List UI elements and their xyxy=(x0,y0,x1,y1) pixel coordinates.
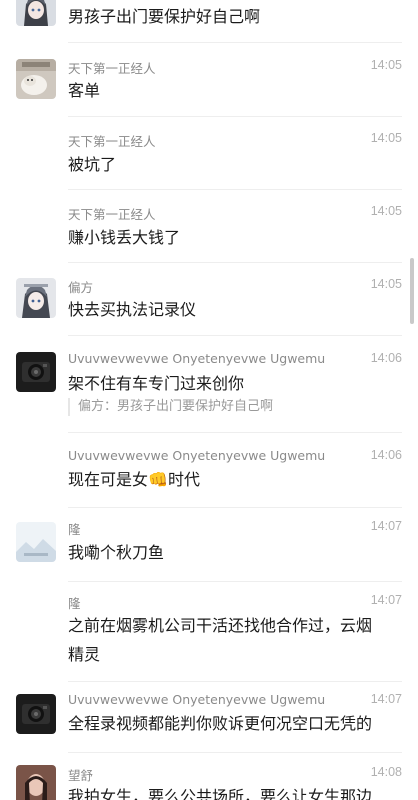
message-text: 快去买执法记录仪 xyxy=(68,300,197,319)
sender-name: 天下第一正经人 xyxy=(68,207,156,222)
message-text: 架不住有车专门过来创你 xyxy=(68,374,245,393)
sender-name: 天下第一正经人 xyxy=(68,61,156,76)
message-time: 14:08 xyxy=(370,765,402,779)
message-item[interactable]: 隆 14:07 我嘞个秋刀鱼 xyxy=(0,508,418,581)
sender-name: 隆 xyxy=(68,522,81,537)
landscape-avatar[interactable] xyxy=(16,522,56,562)
message-text: 之前在烟雾机公司干活还找他合作过，云烟 精灵 xyxy=(68,611,402,669)
message-text: 客单 xyxy=(68,81,101,100)
message-item[interactable]: 望舒 14:08 我拍女生，要么公共场所，要么让女生那边 xyxy=(0,753,418,800)
photo-avatar[interactable] xyxy=(16,765,56,800)
message-text: 男孩子出门要保护好自己啊 xyxy=(68,7,261,26)
camera-avatar[interactable] xyxy=(16,694,56,734)
sender-name: Uvuvwevwevwe Onyetenyevwe Ugwemu xyxy=(68,448,326,463)
message-item[interactable]: Uvuvwevwevwe Onyetenyevwe Ugwemu 14:06 现… xyxy=(0,433,418,507)
message-text: 赚小钱丢大钱了 xyxy=(68,228,181,247)
message-time: 14:05 xyxy=(370,277,402,291)
message-time: 14:07 xyxy=(370,519,402,533)
message-text: 我拍女生，要么公共场所，要么让女生那边 xyxy=(68,787,373,800)
sender-name: 偏方 xyxy=(68,280,94,295)
message-time: 14:06 xyxy=(370,351,402,365)
chat-feed: 男孩子出门要保护好自己啊 天下第一正经人 14:05 客单 天下第一正经人 14… xyxy=(0,0,418,800)
message-text-part: 时代 xyxy=(167,470,200,489)
fist-emoji-icon: 👊 xyxy=(148,470,168,489)
message-item[interactable]: 天下第一正经人 14:05 客单 xyxy=(0,43,418,115)
sender-name: Uvuvwevwevwe Onyetenyevwe Ugwemu xyxy=(68,692,326,707)
message-time: 14:06 xyxy=(370,448,402,462)
message-time: 14:07 xyxy=(370,692,402,706)
quoted-message[interactable]: 偏方：男孩子出门要保护好自己啊 xyxy=(68,398,412,416)
message-text: 全程录视频都能判你败诉更何况空口无凭的 xyxy=(68,714,373,733)
anime-girl-avatar[interactable] xyxy=(16,0,56,26)
message-text-line: 之前在烟雾机公司干活还找他合作过，云烟 xyxy=(68,616,373,635)
sender-name: 天下第一正经人 xyxy=(68,134,156,149)
message-time: 14:05 xyxy=(370,58,402,72)
sender-name: Uvuvwevwevwe Onyetenyevwe Ugwemu xyxy=(68,351,326,366)
sender-name: 隆 xyxy=(68,596,81,611)
message-item[interactable]: 隆 14:07 之前在烟雾机公司干活还找他合作过，云烟 精灵 xyxy=(0,582,418,681)
message-item[interactable]: 男孩子出门要保护好自己啊 xyxy=(0,0,418,42)
message-text: 被坑了 xyxy=(68,155,117,174)
message-text-part: 现在可是女 xyxy=(68,470,149,489)
message-text: 我嘞个秋刀鱼 xyxy=(68,543,165,562)
message-time: 14:05 xyxy=(370,204,402,218)
message-item[interactable]: Uvuvwevwevwe Onyetenyevwe Ugwemu 14:06 架… xyxy=(0,336,418,432)
message-item[interactable]: Uvuvwevwevwe Onyetenyevwe Ugwemu 14:07 全… xyxy=(0,682,418,752)
scrollbar[interactable] xyxy=(410,258,414,324)
camera-avatar[interactable] xyxy=(16,352,56,392)
anime-girl-avatar[interactable] xyxy=(16,278,56,318)
message-item[interactable]: 天下第一正经人 14:05 赚小钱丢大钱了 xyxy=(0,190,418,262)
message-item[interactable]: 偏方 14:05 快去买执法记录仪 xyxy=(0,263,418,335)
message-text-line: 精灵 xyxy=(68,645,101,664)
message-item[interactable]: 天下第一正经人 14:05 被坑了 xyxy=(0,117,418,189)
message-time: 14:05 xyxy=(370,131,402,145)
message-time: 14:07 xyxy=(370,593,402,607)
message-text: 现在可是女👊时代 xyxy=(68,465,402,494)
cat-avatar[interactable] xyxy=(16,59,56,99)
